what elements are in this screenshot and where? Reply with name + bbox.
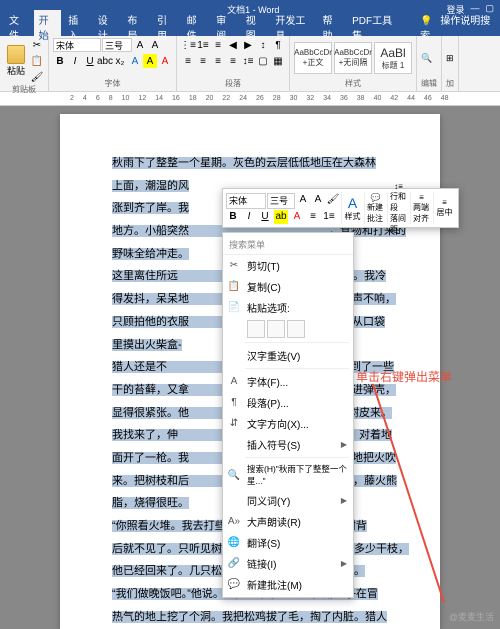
subscript-button[interactable]: x₂ — [113, 54, 127, 68]
ctx-cn-reconv[interactable]: 汉字重选(V) — [223, 345, 353, 366]
indent-inc-button[interactable]: ▶ — [241, 38, 255, 52]
format-painter-icon[interactable]: 🖌 — [30, 70, 44, 84]
paste-text-only[interactable] — [287, 320, 305, 338]
ctx-translate[interactable]: 🌐翻译(S) — [223, 532, 353, 553]
mini-highlight[interactable]: ab — [274, 210, 288, 224]
find-button[interactable]: 🔍 — [421, 53, 432, 64]
addins-button[interactable]: ⊞ — [446, 53, 454, 64]
align-left-button[interactable]: ≡ — [181, 54, 195, 68]
texteffect-button[interactable]: A — [128, 54, 142, 68]
ctx-paste-label: 📄粘贴选项: — [223, 297, 353, 318]
paste-icon: 📄 — [227, 301, 241, 315]
justify-button[interactable]: ≡ — [226, 54, 240, 68]
fontcolor-button[interactable]: A — [158, 54, 172, 68]
ribbon-editing: 🔍 编辑 — [417, 36, 442, 91]
ctx-paste-options — [223, 318, 353, 340]
mini-fontcolor[interactable]: A — [290, 210, 304, 224]
paragraph-icon: ¶ — [227, 396, 241, 410]
numbering-button[interactable]: 1≡ — [196, 38, 210, 52]
cut-icon[interactable]: ✂ — [30, 38, 44, 52]
grow-font-icon[interactable]: A — [133, 38, 147, 52]
strike-button[interactable]: abc — [98, 54, 112, 68]
ribbon-clipboard: 粘贴 ✂ 📋 🖌 剪贴板 — [0, 36, 49, 91]
align-right-button[interactable]: ≡ — [211, 54, 225, 68]
ctx-paragraph[interactable]: ¶段落(P)... — [223, 392, 353, 413]
ctx-search-sel[interactable]: 🔍搜索(H)"秋雨下了整整一个星..." — [223, 460, 353, 490]
italic-button[interactable]: I — [68, 54, 82, 68]
underline-button[interactable]: U — [83, 54, 97, 68]
search-icon: 🔍 — [227, 468, 241, 482]
style-nospacing[interactable]: AaBbCcDr+无间隔 — [334, 42, 372, 74]
ctx-cut[interactable]: ✂剪切(T) — [223, 255, 353, 276]
link-icon: 🔗 — [227, 557, 241, 571]
ribbon-font: A A B I U abc x₂ A A A 字体 — [49, 36, 177, 91]
mini-underline[interactable]: U — [258, 210, 272, 224]
show-marks-button[interactable]: ¶ — [271, 38, 285, 52]
sort-button[interactable]: ↕ — [256, 38, 270, 52]
indent-dec-button[interactable]: ◀ — [226, 38, 240, 52]
style-normal[interactable]: AaBbCcDr+正文 — [294, 42, 332, 74]
line-spacing-button[interactable]: ↕≡ — [241, 54, 255, 68]
font-size-select[interactable] — [102, 38, 132, 52]
mini-justify[interactable]: ≡两端对齐 — [410, 192, 432, 224]
ctx-search[interactable]: 搜索菜单 — [223, 235, 353, 255]
multilevel-button[interactable]: ≡ — [211, 38, 225, 52]
translate-icon: 🌐 — [227, 536, 241, 550]
speaker-icon: A» — [227, 515, 241, 529]
paste-merge[interactable] — [267, 320, 285, 338]
ctx-copy[interactable]: 📋复制(C) — [223, 276, 353, 297]
ctx-synonym[interactable]: 同义词(Y)▶ — [223, 490, 353, 511]
highlight-button[interactable]: A — [143, 54, 157, 68]
mini-numbering[interactable]: 1≡ — [322, 210, 336, 224]
mini-font-size[interactable] — [267, 193, 295, 209]
context-menu: 搜索菜单 ✂剪切(T) 📋复制(C) 📄粘贴选项: 汉字重选(V) A字体(F)… — [222, 232, 354, 598]
mini-bullets[interactable]: ≡ — [306, 210, 320, 224]
annotation-text: 单击右键弹出菜单 — [356, 368, 452, 385]
mini-bold[interactable]: B — [226, 210, 240, 224]
mini-new-comment[interactable]: 💬新建 批注 — [364, 192, 386, 224]
mini-shrink-font[interactable]: A — [311, 193, 325, 207]
comment-icon: 💬 — [227, 578, 241, 592]
copy-icon[interactable]: 📋 — [30, 54, 44, 68]
ctx-textdir[interactable]: ⇵文字方向(X)... — [223, 413, 353, 434]
style-heading1[interactable]: AaBl标题 1 — [374, 42, 412, 74]
bold-button[interactable]: B — [53, 54, 67, 68]
bullets-button[interactable]: ⋮≡ — [181, 38, 195, 52]
menubar: 文件 开始 插入 设计 布局 引用 邮件 审阅 视图 开发工具 帮助 PDF工具… — [0, 18, 500, 36]
mini-format-painter[interactable]: 🖌 — [326, 193, 340, 207]
mini-center[interactable]: ≡居中 — [433, 192, 455, 224]
ctx-new-comment[interactable]: 💬新建批注(M) — [223, 574, 353, 595]
shrink-font-icon[interactable]: A — [148, 38, 162, 52]
ctx-symbol[interactable]: 插入符号(S)▶ — [223, 434, 353, 455]
mini-grow-font[interactable]: A — [296, 193, 310, 207]
font-name-select[interactable] — [53, 38, 101, 52]
ribbon-styles: AaBbCcDr+正文 AaBbCcDr+无间隔 AaBl标题 1 样式 — [290, 36, 417, 91]
ctx-read[interactable]: A»大声朗读(R) — [223, 511, 353, 532]
shading-button[interactable]: ▢ — [256, 54, 270, 68]
ruler[interactable]: 2468101214161820222426283032343638404244… — [0, 92, 500, 106]
mini-style[interactable]: A样式 — [341, 192, 363, 224]
ctx-link[interactable]: 🔗链接(I)▶ — [223, 553, 353, 574]
watermark: @麦麦生活 — [449, 610, 494, 623]
ribbon-addins: ⊞ 加 — [442, 36, 459, 91]
mini-font-name[interactable] — [226, 193, 266, 209]
ctx-font[interactable]: A字体(F)... — [223, 371, 353, 392]
ribbon: 粘贴 ✂ 📋 🖌 剪贴板 A A B I U abc x₂ A — [0, 36, 500, 92]
textdir-icon: ⇵ — [227, 417, 241, 431]
font-icon: A — [227, 375, 241, 389]
mini-italic[interactable]: I — [242, 210, 256, 224]
mini-toolbar: A A 🖌 B I U ab A ≡ 1≡ A样式 💬新建 批注 ↕≡行和段 落… — [222, 188, 459, 228]
ribbon-paragraph: ⋮≡ 1≡ ≡ ◀ ▶ ↕ ¶ ≡ ≡ ≡ ≡ ↕≡ ▢ ▦ 段落 — [177, 36, 290, 91]
align-center-button[interactable]: ≡ — [196, 54, 210, 68]
selection: 秋雨下了整整一个星期。灰色的云层低低地压在大森林 — [112, 157, 376, 169]
scissors-icon: ✂ — [227, 259, 241, 273]
paste-keep-source[interactable] — [247, 320, 265, 338]
borders-button[interactable]: ▦ — [271, 54, 285, 68]
copy-icon: 📋 — [227, 280, 241, 294]
mini-line-spacing[interactable]: ↕≡行和段 落间距 — [387, 192, 409, 224]
paste-button[interactable]: 粘贴 — [4, 45, 28, 77]
